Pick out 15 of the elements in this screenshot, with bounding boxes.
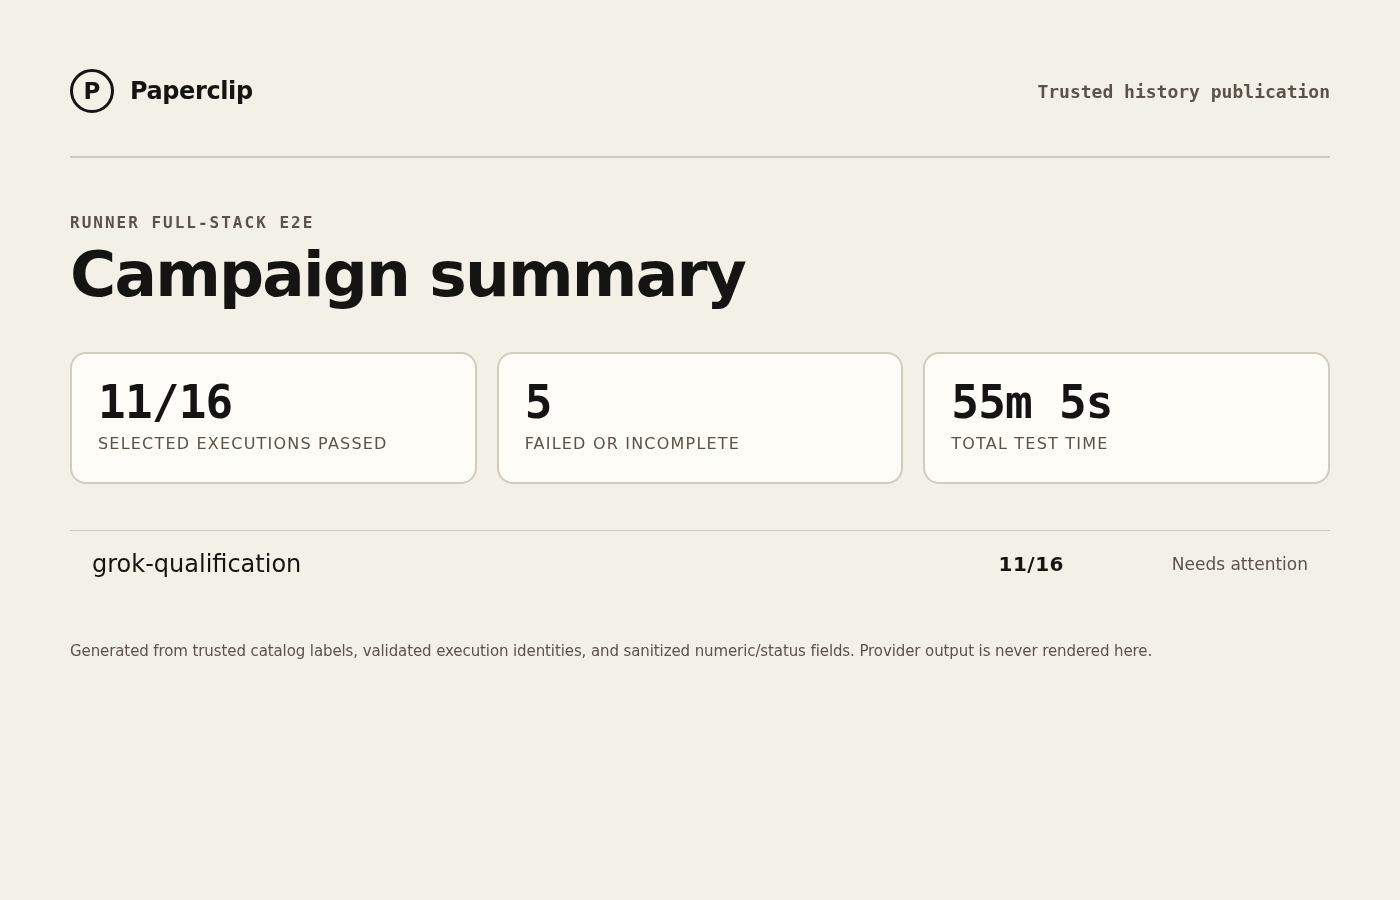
eyebrow-label: RUNNER FULL-STACK E2E (70, 213, 316, 233)
metric-value: 55m 5s (951, 376, 1114, 428)
tagline: Trusted history publication (1037, 80, 1330, 102)
campaign-status: Needs attention (1170, 554, 1308, 574)
metric-label: FAILED OR INCOMPLETE (524, 434, 742, 453)
metric-value: 5 (524, 376, 553, 428)
metric-label: SELECTED EXECUTIONS PASSED (98, 434, 389, 453)
brand-name: Paperclip (130, 77, 253, 105)
metric-value: 11/16 (98, 376, 234, 428)
campaign-name: grok-qualification (92, 550, 303, 578)
page-title: Campaign summary (70, 237, 747, 313)
footnote: Generated from trusted catalog labels, validated execution identities, and sanitized numeric/status fields. Provider output is never rendered here. (70, 642, 1154, 660)
campaign-pass-count: 11/16 (998, 552, 1064, 576)
logo-mark: P (70, 69, 114, 113)
metric-label: TOTAL TEST TIME (951, 434, 1110, 453)
